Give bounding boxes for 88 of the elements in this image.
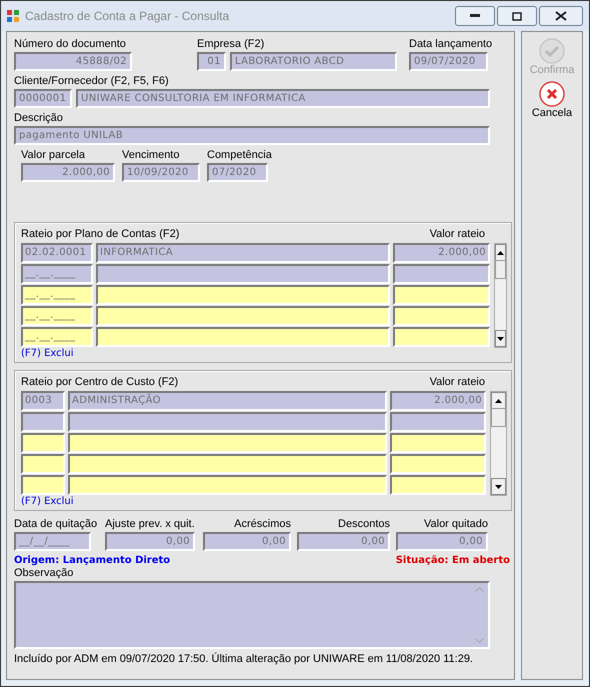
- input-field[interactable]: 10/09/2020: [122, 163, 200, 182]
- table-cell[interactable]: __.__.____: [21, 327, 93, 348]
- scrollbar[interactable]: [490, 391, 507, 496]
- table-cell[interactable]: [68, 412, 387, 432]
- table-cell[interactable]: 02.02.0001: [21, 243, 93, 264]
- status-text: Situação: Em aberto: [396, 555, 510, 568]
- input-field[interactable]: __/__/____: [14, 532, 91, 552]
- column-header: Valor rateio: [430, 376, 485, 390]
- input-field[interactable]: 09/07/2020: [409, 52, 488, 71]
- table-cell[interactable]: [68, 454, 387, 474]
- table-cell[interactable]: [393, 306, 490, 326]
- window-title: Cadastro de Conta a Pagar - Consulta: [25, 8, 230, 24]
- table-cell[interactable]: [393, 285, 490, 306]
- table-cell[interactable]: ADMINISTRAÇÃO: [68, 391, 387, 412]
- scrollbar-thumb[interactable]: [495, 260, 506, 280]
- scrollbar-thumb[interactable]: [491, 408, 506, 428]
- field-label: Empresa (F2): [197, 38, 266, 51]
- table-cell[interactable]: [96, 306, 390, 326]
- app-icon: [7, 10, 19, 22]
- table-cell[interactable]: [390, 454, 486, 474]
- input-field[interactable]: UNIWARE CONSULTORIA EM INFORMATICA: [76, 89, 490, 108]
- scrollbar[interactable]: [494, 243, 507, 348]
- field-label: Descontos: [337, 518, 390, 532]
- table-cell[interactable]: 2.000,00: [393, 243, 490, 264]
- cancel-icon: [538, 81, 565, 108]
- field-label: Vencimento: [122, 149, 180, 162]
- table-cell[interactable]: [21, 412, 65, 432]
- close-button[interactable]: [539, 6, 583, 26]
- table-cell[interactable]: [390, 475, 486, 496]
- scroll-up-icon: [497, 250, 504, 255]
- scroll-down-icon: [495, 484, 502, 489]
- cancel-button[interactable]: Cancela: [532, 81, 572, 120]
- input-field[interactable]: pagamento UNILAB: [14, 126, 490, 145]
- table-cell[interactable]: [21, 475, 65, 496]
- notes-field[interactable]: [14, 581, 490, 650]
- input-field[interactable]: 45888/02: [14, 52, 132, 71]
- delete-hint: (F7) Exclui: [21, 348, 75, 360]
- field-label: Data de quitação: [14, 518, 98, 532]
- maximize-button[interactable]: [497, 6, 537, 26]
- scroll-up-icon: [495, 398, 502, 403]
- table-cell[interactable]: [68, 475, 387, 496]
- field-label: Valor parcela: [21, 149, 86, 162]
- table-cell[interactable]: __.__.____: [21, 285, 93, 306]
- close-icon: [555, 11, 567, 21]
- scroll-down-icon: [474, 638, 484, 644]
- input-field[interactable]: LABORATORIO ABCD: [230, 52, 397, 71]
- origin-text: Origem: Lançamento Direto: [14, 555, 170, 568]
- field-label: Valor quitado: [422, 518, 488, 532]
- field-label: Observação: [14, 567, 74, 580]
- field-label: Acréscimos: [233, 518, 291, 532]
- delete-hint: (F7) Exclui: [21, 496, 75, 508]
- table-cell[interactable]: [393, 264, 490, 284]
- table-cell[interactable]: INFORMATICA: [96, 243, 390, 264]
- table-cell[interactable]: [21, 454, 65, 474]
- input-field[interactable]: 0,00: [203, 532, 291, 552]
- table-cell[interactable]: [390, 433, 486, 454]
- table-cell[interactable]: [96, 264, 390, 284]
- table-cell[interactable]: __.__.____: [21, 306, 93, 326]
- table-cell[interactable]: [393, 327, 490, 348]
- table-cell[interactable]: [390, 412, 486, 432]
- field-label: Ajuste prev. x quit.: [105, 518, 196, 532]
- minimize-button[interactable]: [455, 6, 495, 26]
- group-title: Rateio por Plano de Contas (F2): [21, 228, 180, 242]
- input-field[interactable]: 2.000,00: [21, 163, 115, 182]
- field-label: Número do documento: [14, 38, 127, 51]
- table-cell[interactable]: [96, 285, 390, 306]
- field-label: Descrição: [14, 112, 64, 125]
- table-cell[interactable]: [21, 433, 65, 454]
- maximize-icon: [512, 12, 522, 20]
- input-field[interactable]: 01: [197, 52, 226, 71]
- scroll-up-icon: [474, 587, 484, 592]
- column-header: Valor rateio: [430, 228, 485, 242]
- minimize-icon: [470, 14, 480, 18]
- input-field[interactable]: 07/2020: [207, 163, 268, 182]
- table-cell[interactable]: [96, 327, 390, 348]
- audit-text: Incluído por ADM em 09/07/2020 17:50. Última alteração por UNIWARE em 11/08/2020 11:29.: [14, 653, 474, 667]
- input-field[interactable]: 0,00: [297, 532, 390, 552]
- field-label: Cliente/Fornecedor (F2, F5, F6): [14, 75, 170, 88]
- table-cell[interactable]: 0003: [21, 391, 65, 412]
- table-cell[interactable]: __.__.____: [21, 264, 93, 284]
- table-cell[interactable]: [68, 433, 387, 454]
- check-icon: [539, 38, 565, 64]
- input-field[interactable]: 0000001: [14, 89, 72, 108]
- input-field[interactable]: 0,00: [396, 532, 488, 552]
- table-cell[interactable]: 2.000,00: [390, 391, 486, 412]
- input-field[interactable]: 0,00: [105, 532, 195, 552]
- scroll-down-icon: [497, 336, 504, 341]
- group-title: Rateio por Centro de Custo (F2): [21, 376, 178, 390]
